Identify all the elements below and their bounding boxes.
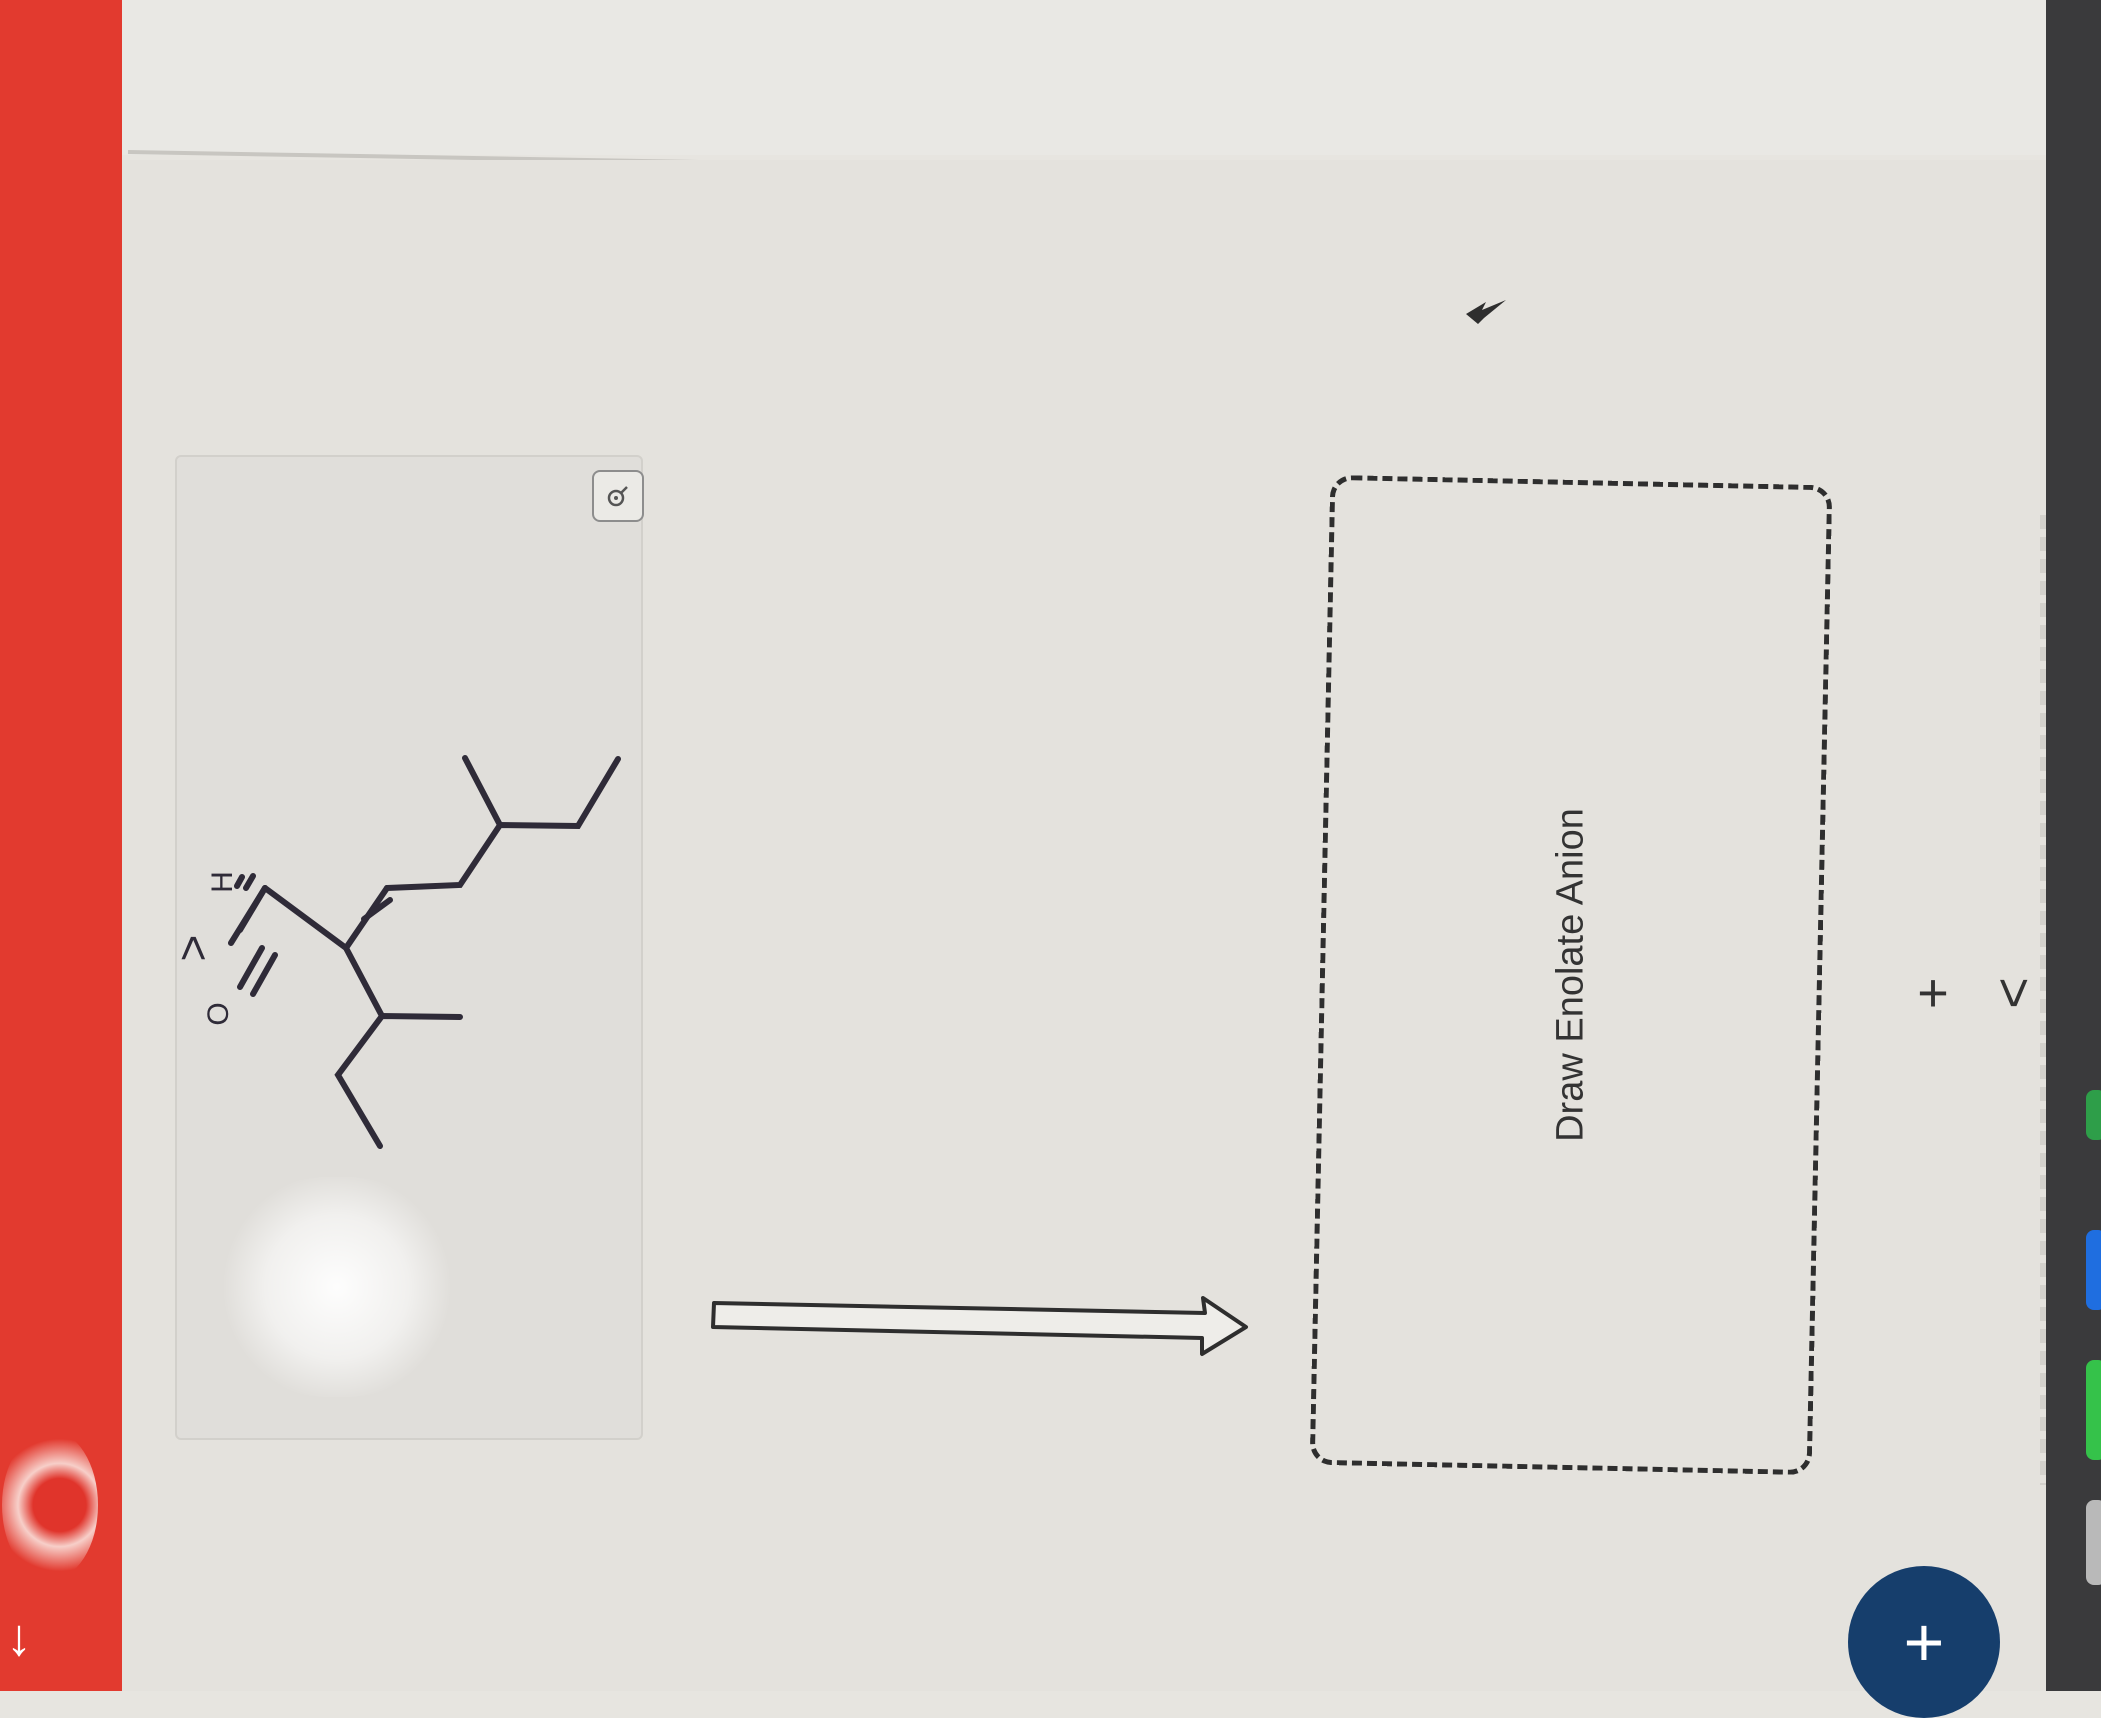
fab-add-button[interactable]: +: [1848, 1566, 2000, 1718]
next-chevron-button[interactable]: >: [1984, 977, 2044, 1009]
answer-box-placeholder: Draw Enolate Anion: [1549, 808, 1592, 1142]
cursor-arrow-icon: [1466, 300, 1506, 324]
add-plus-button[interactable]: +: [1917, 966, 1949, 1020]
